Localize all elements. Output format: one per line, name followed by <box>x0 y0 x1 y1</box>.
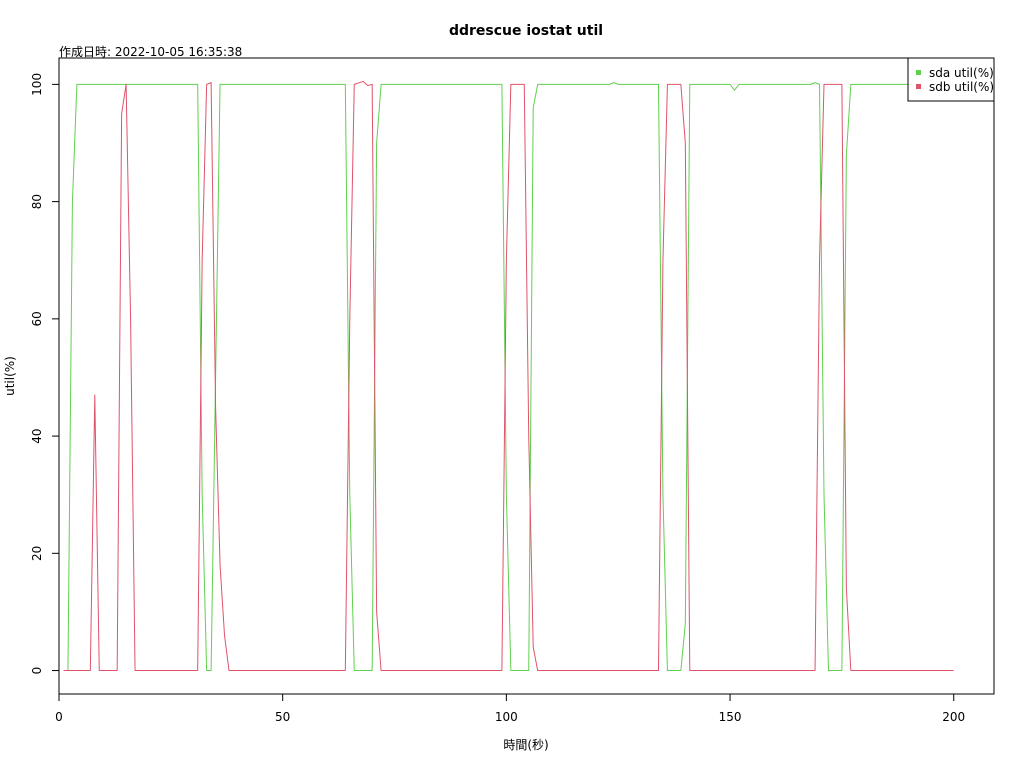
chart-title: ddrescue iostat util <box>449 23 603 39</box>
y-tick-label: 80 <box>30 194 44 209</box>
y-axis: 0 20 40 60 80 100 <box>30 73 60 675</box>
chart-subtitle: 作成日時: 2022-10-05 16:35:38 <box>59 45 242 59</box>
x-tick-label: 200 <box>942 710 965 724</box>
plot-frame <box>58 57 995 695</box>
y-tick-label: 20 <box>30 546 44 561</box>
y-tick-label: 0 <box>30 667 44 675</box>
chart: ddrescue iostat util 作成日時: 2022-10-05 16… <box>3 23 995 752</box>
x-axis: 0 50 100 150 200 <box>55 693 965 724</box>
plot-lines <box>63 80 954 672</box>
legend-label-1: sdb util(%) <box>929 80 994 94</box>
x-tick-label: 150 <box>719 710 742 724</box>
x-tick-label: 100 <box>495 710 518 724</box>
y-tick-label: 40 <box>30 428 44 443</box>
y-tick-label: 100 <box>30 73 44 96</box>
legend: sda util(%)sdb util(%) <box>907 57 995 102</box>
x-tick-label: 50 <box>275 710 290 724</box>
x-tick-label: 0 <box>55 710 63 724</box>
legend-swatch-0 <box>916 70 921 75</box>
y-tick-label: 60 <box>30 311 44 326</box>
legend-swatch-1 <box>916 84 921 89</box>
legend-label-0: sda util(%) <box>929 66 994 80</box>
x-axis-label: 時間(秒) <box>503 738 548 752</box>
y-axis-label: util(%) <box>3 356 17 396</box>
